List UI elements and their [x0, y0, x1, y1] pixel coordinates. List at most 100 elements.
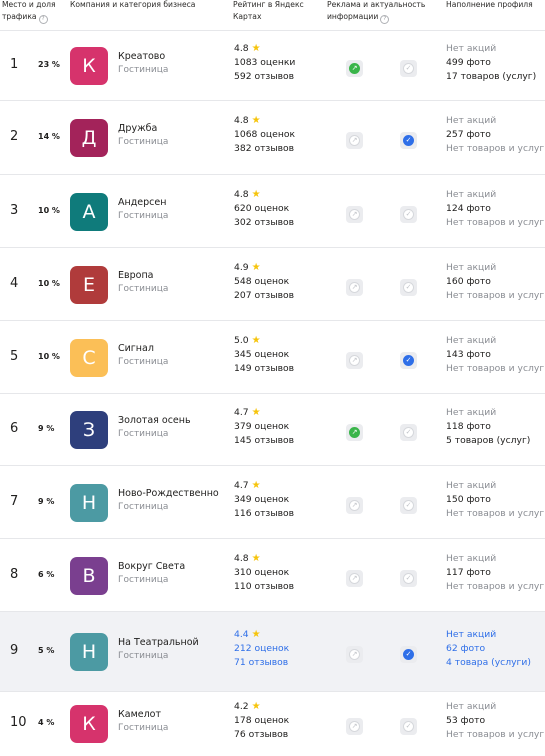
company-name[interactable]: Европа	[118, 270, 153, 281]
table-row[interactable]: 3 10 % А Андерсен Гостиница 4.8 ★ 620 оценок 302…	[0, 174, 545, 248]
avatar: Е	[70, 266, 108, 304]
table-row[interactable]: 1 23 % К Креатово Гостиница 4.8 ★ 1083 оценки 59…	[0, 30, 545, 101]
table-row[interactable]: 10 4 % К Камелот Гостиница 4.2 ★ 178 оценок 76 о…	[0, 691, 545, 756]
ad-status-icon[interactable]: ↗	[346, 352, 363, 369]
photos-count: 150 фото	[446, 494, 491, 505]
table-row[interactable]: 4 10 % Е Европа Гостиница 4.9 ★ 548 оценок 207 о…	[0, 247, 545, 321]
star-icon: ★	[251, 407, 261, 418]
header-ads: Реклама и актуальность информации?	[327, 0, 437, 24]
company-name[interactable]: Камелот	[118, 709, 161, 720]
ad-status-icon[interactable]: ↗	[346, 570, 363, 587]
reviews-count: 116 отзывов	[234, 508, 295, 519]
traffic-share: 23 %	[38, 60, 60, 69]
profile-block: Нет акций 257 фото Нет товаров и услуг	[446, 114, 544, 156]
star-icon: ★	[251, 553, 261, 564]
help-icon[interactable]: ?	[38, 15, 48, 24]
traffic-share: 10 %	[38, 279, 60, 288]
reviews-count: 302 отзывов	[234, 217, 295, 228]
photos-count: 118 фото	[446, 421, 491, 432]
promotions: Нет акций	[446, 335, 497, 346]
actuality-check-icon[interactable]: ✓	[400, 279, 417, 296]
rating-value: 4.8	[234, 115, 249, 126]
ratings-count: 345 оценок	[234, 349, 290, 360]
promotions: Нет акций	[446, 43, 497, 54]
company-category: Гостиница	[118, 651, 169, 661]
traffic-share: 4 %	[38, 718, 55, 727]
reviews-count: 592 отзывов	[234, 71, 295, 82]
company-name[interactable]: Андерсен	[118, 197, 166, 208]
traffic-share: 9 %	[38, 497, 55, 506]
ad-status-icon[interactable]: ↗	[346, 279, 363, 296]
avatar: К	[70, 705, 108, 743]
company-name[interactable]: Дружба	[118, 123, 157, 134]
table-row[interactable]: 9 5 % Н На Театральной Гостиница 4.4 ★ 212 оцен…	[0, 611, 545, 692]
profile-block: Нет акций 150 фото Нет товаров и услуг	[446, 479, 544, 521]
profile-block: Нет акций 124 фото Нет товаров и услуг	[446, 188, 544, 230]
photos-count: 53 фото	[446, 715, 486, 726]
ad-status-icon[interactable]: ↗	[346, 497, 363, 514]
company-name[interactable]: Сигнал	[118, 343, 154, 354]
avatar: Н	[70, 633, 108, 671]
ratings-count: 310 оценок	[234, 567, 290, 578]
actuality-check-icon[interactable]: ✓	[400, 352, 417, 369]
ad-status-icon[interactable]: ↗	[346, 424, 363, 441]
actuality-check-icon[interactable]: ✓	[400, 570, 417, 587]
actuality-check-icon[interactable]: ✓	[400, 646, 417, 663]
company-name[interactable]: На Театральной	[118, 637, 199, 648]
actuality-check-icon[interactable]: ✓	[400, 497, 417, 514]
actuality-check-icon[interactable]: ✓	[400, 60, 417, 77]
company-category: Гостиница	[118, 137, 169, 147]
goods-count: Нет товаров и услуг	[446, 143, 545, 154]
actuality-check-icon[interactable]: ✓	[400, 424, 417, 441]
goods-count: Нет товаров и услуг	[446, 290, 545, 301]
ad-status-icon[interactable]: ↗	[346, 718, 363, 735]
ratings-count: 178 оценок	[234, 715, 290, 726]
ad-status-icon[interactable]: ↗	[346, 646, 363, 663]
rating-value: 4.8	[234, 43, 249, 54]
rating-value: 4.4	[234, 629, 249, 640]
photos-count: 257 фото	[446, 129, 491, 140]
table-row[interactable]: 7 9 % Н Ново-Рождественно Гостиница 4.7 ★ 349 о…	[0, 465, 545, 539]
star-icon: ★	[251, 335, 261, 346]
rank: 4	[10, 276, 19, 291]
rank: 5	[10, 349, 19, 364]
rank: 2	[10, 129, 19, 144]
company-name[interactable]: Креатово	[118, 51, 165, 62]
company-name[interactable]: Вокруг Света	[118, 561, 185, 572]
rating-block: 4.8 ★ 310 оценок 110 отзывов	[234, 552, 294, 594]
table-row[interactable]: 2 14 % Д Дружба Гостиница 4.8 ★ 1068 оценок 382 …	[0, 100, 545, 175]
help-icon[interactable]: ?	[380, 15, 390, 24]
promotions: Нет акций	[446, 262, 497, 273]
rating-block: 4.9 ★ 548 оценок 207 отзывов	[234, 261, 294, 303]
actuality-check-icon[interactable]: ✓	[400, 206, 417, 223]
actuality-check-icon[interactable]: ✓	[400, 132, 417, 149]
actuality-check-icon[interactable]: ✓	[400, 718, 417, 735]
company-name[interactable]: Золотая осень	[118, 415, 191, 426]
company-category: Гостиница	[118, 575, 169, 585]
ratings-count: 349 оценок	[234, 494, 290, 505]
table-row[interactable]: 8 6 % В Вокруг Света Гостиница 4.8 ★ 310 оценок…	[0, 538, 545, 612]
company-name[interactable]: Ново-Рождественно	[118, 488, 219, 499]
star-icon: ★	[251, 480, 261, 491]
table-row[interactable]: 6 9 % З Золотая осень Гостиница 4.7 ★ 379 оцено…	[0, 393, 545, 466]
ad-status-icon[interactable]: ↗	[346, 206, 363, 223]
rating-block: 4.8 ★ 1068 оценок 382 отзывов	[234, 114, 295, 156]
rating-value: 4.8	[234, 189, 249, 200]
ad-status-icon[interactable]: ↗	[346, 132, 363, 149]
rating-block: 4.2 ★ 178 оценок 76 отзывов	[234, 700, 289, 742]
table-row[interactable]: 5 10 % С Сигнал Гостиница 5.0 ★ 345 оценок 149 о…	[0, 320, 545, 394]
profile-block: Нет акций 62 фото 4 товара (услуги)	[446, 628, 531, 670]
star-icon: ★	[251, 115, 261, 126]
rating-block: 4.8 ★ 1083 оценки 592 отзывов	[234, 42, 295, 84]
avatar: З	[70, 411, 108, 449]
company-category: Гостиница	[118, 65, 169, 75]
profile-block: Нет акций 499 фото 17 товаров (услуг)	[446, 42, 536, 84]
profile-block: Нет акций 53 фото Нет товаров и услуг	[446, 700, 544, 742]
photos-count: 124 фото	[446, 203, 491, 214]
ad-status-icon[interactable]: ↗	[346, 60, 363, 77]
rank: 9	[10, 643, 19, 658]
traffic-share: 6 %	[38, 570, 55, 579]
traffic-share: 10 %	[38, 352, 60, 361]
star-icon: ★	[251, 189, 261, 200]
reviews-count: 145 отзывов	[234, 435, 295, 446]
